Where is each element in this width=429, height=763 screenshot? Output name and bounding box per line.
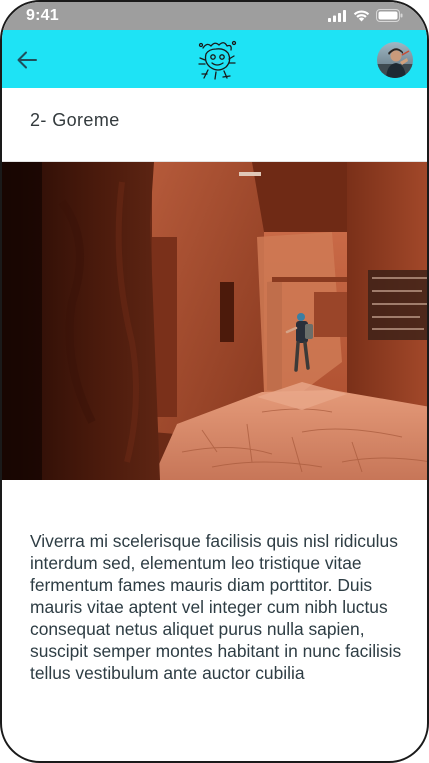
back-button[interactable]: [14, 47, 40, 73]
wifi-icon: [353, 9, 370, 21]
page-title: 2- Goreme: [30, 110, 120, 130]
title-section: 2- Goreme: [2, 88, 427, 162]
avatar[interactable]: [377, 42, 413, 78]
article-body: Viverra mi scelerisque facilisis quis ni…: [30, 531, 402, 683]
status-time: 9:41: [26, 7, 59, 24]
doodle-logo-icon: [198, 40, 237, 80]
status-icons: [328, 9, 403, 22]
phone-frame: 9:41 2- Goreme Viverra mi scelerisque fa…: [0, 0, 429, 763]
status-bar: 9:41: [2, 2, 427, 30]
hero-image: [2, 162, 427, 480]
signal-icon: [328, 9, 346, 22]
article: 2- Goreme Viverra mi scelerisque facilis…: [2, 88, 427, 683]
app-logo[interactable]: [194, 36, 240, 82]
alley-photo: [2, 162, 427, 480]
battery-icon: [376, 9, 403, 22]
app-bar: [2, 30, 427, 88]
user-avatar-icon: [377, 42, 413, 78]
arrow-left-icon: [17, 51, 37, 69]
